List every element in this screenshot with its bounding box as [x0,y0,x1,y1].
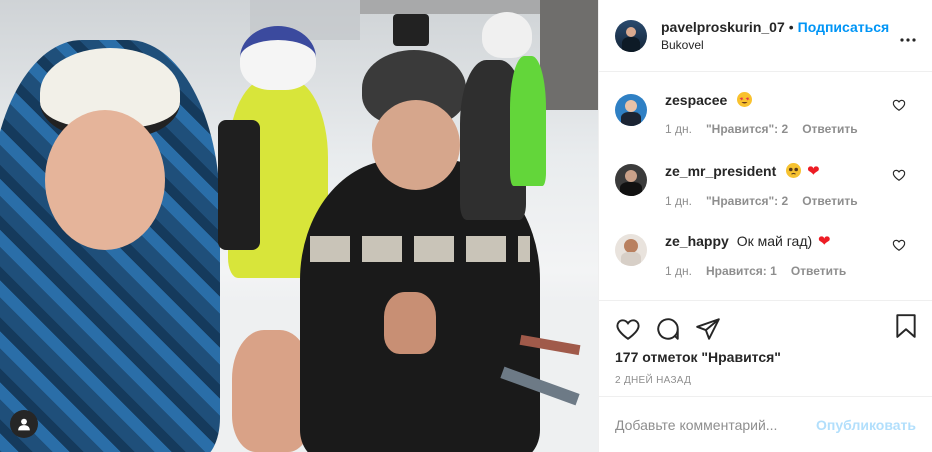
commenter-avatar[interactable] [615,164,647,196]
smiling-face-left [45,110,165,250]
lift-station-roof [360,0,560,14]
comment-time[interactable]: 1 дн. [665,194,692,208]
comment-likes-count[interactable]: "Нравится": 2 [706,194,788,208]
green-suit-skier [510,56,546,186]
comment-likes-count[interactable]: "Нравится": 2 [706,122,788,136]
comment-username[interactable]: zespacee [665,92,727,108]
smiling-face-center [372,100,460,190]
add-comment-bar: Опубликовать [599,396,932,452]
likes-count[interactable]: 177 отметок "Нравится" [615,349,916,365]
team-jacket-stripe [310,236,530,262]
white-helmet-right [482,12,532,58]
location-link[interactable]: Bukovel [661,38,889,52]
comment-username[interactable]: ze_mr_president [665,163,776,179]
action-camera [393,14,429,46]
backpack [218,120,260,250]
comment-username[interactable]: ze_happy [665,233,729,249]
publish-button[interactable]: Опубликовать [816,417,916,433]
comment-heart-icon[interactable] [892,98,906,112]
commenter-avatar[interactable] [615,94,647,126]
author-username[interactable]: pavelproskurin_07 [661,19,785,35]
post-header: pavelproskurin_07 • Подписаться Bukovel [599,0,932,72]
star-struck-emoji [737,92,753,107]
comments-list: zespacee 1 дн. "Нравится": 2 Ответить ze… [599,72,932,300]
comment-text: Ок май гад) [736,233,813,249]
reply-button[interactable]: Ответить [802,194,857,208]
comment-input[interactable] [615,416,817,433]
reply-button[interactable]: Ответить [802,122,857,136]
comment-time[interactable]: 1 дн. [665,264,692,278]
comment-item: ze_happy Ок май гад) ❤ 1 дн. Нравится: 1… [615,212,916,282]
share-direct-icon[interactable] [695,316,721,342]
like-heart-icon[interactable] [615,316,641,342]
comment-heart-icon[interactable] [892,238,906,252]
follow-button[interactable]: Подписаться [798,19,890,35]
more-horizontal-icon[interactable] [900,26,916,47]
author-avatar[interactable] [615,19,647,52]
pleading-face-emoji [786,163,802,178]
comment-item: ze_mr_president ❤ 1 дн. "Нравится": 2 От… [615,142,916,212]
comment-likes-count[interactable]: Нравится: 1 [706,264,777,278]
comment-bubble-icon[interactable] [655,316,681,342]
separator-dot: • [788,19,794,35]
post-date[interactable]: 2 дней назад [615,375,916,386]
post-actions: 177 отметок "Нравится" 2 дней назад [599,300,932,386]
structure-shape [540,0,598,110]
commenter-avatar[interactable] [615,234,647,266]
red-heart-emoji: ❤ [818,233,831,250]
red-heart-emoji: ❤ [807,163,820,180]
post-details-panel: pavelproskurin_07 • Подписаться Bukovel … [598,0,932,452]
reply-button[interactable]: Ответить [791,264,846,278]
comment-heart-icon[interactable] [892,168,906,182]
bookmark-icon[interactable] [894,313,918,339]
comment-time[interactable]: 1 дн. [665,122,692,136]
helmet-goggles [240,26,316,90]
tagged-users-icon[interactable] [10,410,38,438]
comment-item: zespacee 1 дн. "Нравится": 2 Ответить [615,72,916,142]
thumbs-up-hand-center [384,292,436,354]
post-photo[interactable] [0,0,598,452]
